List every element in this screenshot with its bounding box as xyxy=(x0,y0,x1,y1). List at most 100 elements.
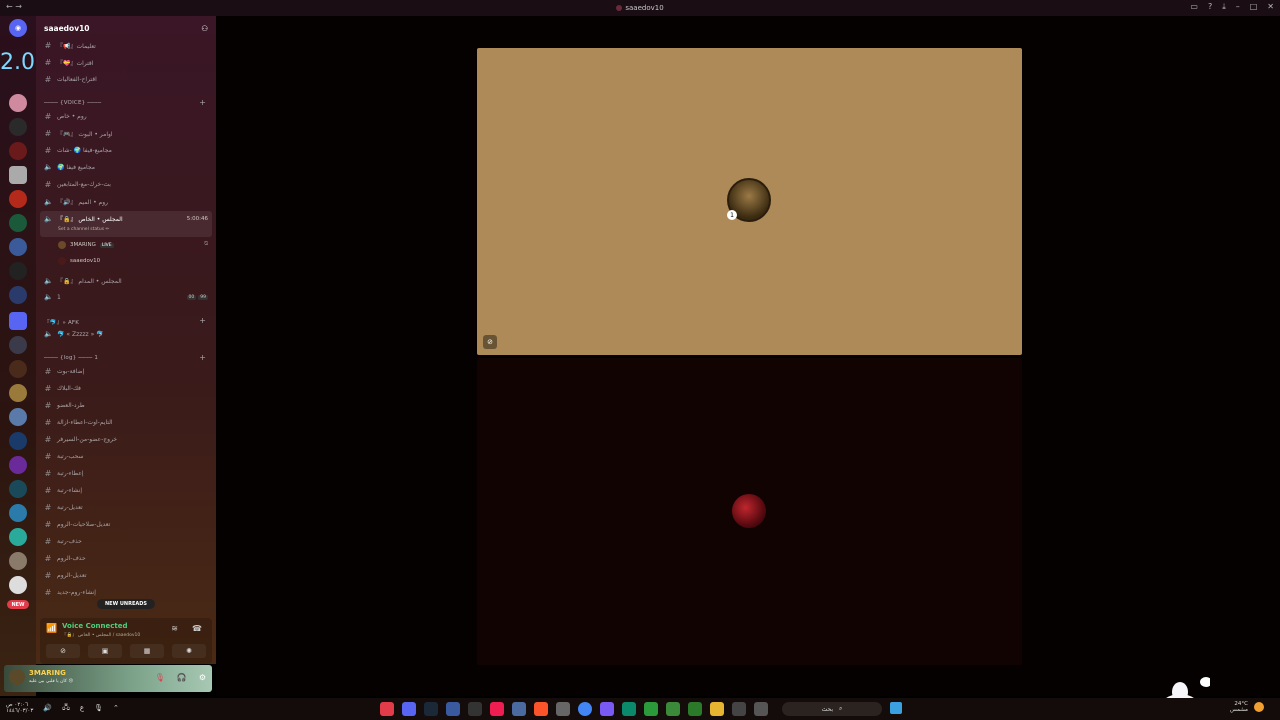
server-icon[interactable] xyxy=(9,408,27,426)
channel-item[interactable]: # إضافة-بوت xyxy=(44,367,85,376)
app-icon[interactable] xyxy=(688,702,702,716)
app-icon[interactable] xyxy=(380,702,394,716)
inbox-icon[interactable]: ▭ xyxy=(1190,2,1198,12)
app-icon[interactable] xyxy=(512,702,526,716)
app-icon[interactable] xyxy=(622,702,636,716)
voice-channel-item[interactable]: 🔈 🐬 « Zzzzz » 🐬 xyxy=(44,330,104,338)
new-unreads-button[interactable]: NEW UNREADS xyxy=(97,599,155,609)
server-icon[interactable] xyxy=(9,384,27,402)
server-icon[interactable] xyxy=(9,166,27,184)
folder-icon[interactable] xyxy=(9,312,27,330)
channel-item[interactable]: # سحب-رتبة xyxy=(44,452,84,461)
discord-app-icon[interactable] xyxy=(402,702,416,716)
server-icon[interactable] xyxy=(9,190,27,208)
screen-share-icon[interactable]: ▣ xyxy=(88,644,122,658)
network-icon[interactable]: 🖧 xyxy=(62,703,70,714)
download-icon[interactable]: ⤓ xyxy=(1222,2,1226,12)
app-icon[interactable] xyxy=(732,702,746,716)
avatar[interactable] xyxy=(9,669,25,685)
voice-channel-item[interactable]: 🔈 🌍 مجاميع فيفا xyxy=(44,163,95,171)
channel-item[interactable]: # إعطاء-رتبة xyxy=(44,469,84,478)
server-icon[interactable] xyxy=(9,214,27,232)
add-channel-icon[interactable]: + xyxy=(199,316,206,325)
server-header[interactable]: saaedov10 ⚇ xyxy=(36,16,216,40)
weather-widget[interactable]: 24°C مشمس xyxy=(1230,701,1248,713)
channel-item[interactable]: # التايم-اوت-اعطاء-ازالة xyxy=(44,418,113,427)
server-icon[interactable] xyxy=(9,456,27,474)
chrome-app-icon[interactable] xyxy=(578,702,592,716)
noise-suppression-icon[interactable]: ≋ xyxy=(171,624,178,633)
add-channel-icon[interactable]: + xyxy=(199,353,206,362)
server-icon[interactable] xyxy=(9,480,27,498)
steam-app-icon[interactable] xyxy=(424,702,438,716)
channel-item[interactable]: # طرد-العضو xyxy=(44,401,85,410)
vscode-app-icon[interactable] xyxy=(446,702,460,716)
discord-home-icon[interactable]: ◉ xyxy=(9,19,27,37)
back-icon[interactable]: ← → xyxy=(6,2,22,11)
channel-item[interactable]: # حذف-الروم xyxy=(44,554,86,563)
app-icon[interactable] xyxy=(600,702,614,716)
file-explorer-icon[interactable] xyxy=(710,702,724,716)
server-icon[interactable] xyxy=(9,118,27,136)
channel-item[interactable]: # تعديل-رتبة xyxy=(44,503,83,512)
server-icon[interactable] xyxy=(9,360,27,378)
chevron-up-icon[interactable]: ⌃ xyxy=(113,704,119,712)
add-friend-icon[interactable]: ⚇ xyxy=(201,24,208,33)
help-icon[interactable]: ? xyxy=(1208,2,1212,12)
server-icon[interactable] xyxy=(9,528,27,546)
voice-channel-item[interactable]: 🔈 1 xyxy=(44,293,61,301)
voice-status[interactable]: Voice Connected xyxy=(62,622,128,630)
disconnect-icon[interactable]: ☎ xyxy=(192,624,202,633)
app-icon[interactable] xyxy=(754,702,768,716)
language-indicator[interactable]: ع xyxy=(80,704,84,712)
volume-icon[interactable]: 🔊 xyxy=(43,704,52,712)
channel-item[interactable]: # 『🎮』 اوامر • البوت xyxy=(44,129,113,138)
channel-item[interactable]: # حذف-رتبة xyxy=(44,537,82,546)
close-icon[interactable]: ✕ xyxy=(1267,2,1274,12)
channel-item[interactable]: # تعديل-صلاحيات-الروم xyxy=(44,520,111,529)
mic-icon[interactable]: 🎙 xyxy=(94,704,103,712)
channel-item[interactable]: # روم • خاص xyxy=(44,112,87,121)
brave-app-icon[interactable] xyxy=(534,702,548,716)
voice-member[interactable]: saaedov10 xyxy=(58,257,100,265)
participant-tile[interactable] xyxy=(477,358,1022,665)
category-header[interactable]: ──── {log} ──── 1 xyxy=(44,355,98,361)
category-header[interactable]: 『🐬』» AFK xyxy=(44,318,79,326)
channel-item[interactable]: # 『📢』تعليمات xyxy=(44,41,96,50)
app-icon[interactable] xyxy=(666,702,680,716)
channel-item[interactable]: # إنشاء-روم-جديد xyxy=(44,588,96,597)
username[interactable]: 3MARING xyxy=(29,669,66,677)
server-icon[interactable] xyxy=(9,504,27,522)
channel-item[interactable]: # تعديل-الروم xyxy=(44,571,87,580)
terminal-app-icon[interactable] xyxy=(468,702,482,716)
activities-icon[interactable]: ▦ xyxy=(130,644,164,658)
participant-tile[interactable]: 1 ⊘ xyxy=(477,48,1022,355)
server-icon[interactable] xyxy=(9,238,27,256)
tiktok-app-icon[interactable] xyxy=(490,702,504,716)
voice-channel-item[interactable]: 🔈 『🔒』 المجلس • المدام xyxy=(44,276,122,286)
voice-member[interactable]: 3MARING LIVE xyxy=(58,241,114,249)
server-icon[interactable] xyxy=(9,286,27,304)
voice-channel-item[interactable]: 🔈 『🔒』 المجلس • الخاص xyxy=(44,214,123,224)
server-icon[interactable] xyxy=(9,142,27,160)
channel-status[interactable]: Set a channel status ✏ xyxy=(58,227,109,232)
server-icon[interactable] xyxy=(9,552,27,570)
mute-icon[interactable]: 🎙 xyxy=(155,673,165,682)
channel-item[interactable]: # بث-خرك-مع-المتابعين xyxy=(44,180,111,189)
server-icon[interactable] xyxy=(9,94,27,112)
soundboard-icon[interactable]: ✺ xyxy=(172,644,206,658)
server-icon[interactable] xyxy=(9,432,27,450)
search-box[interactable]: بحث ⌕ xyxy=(782,702,882,716)
channel-item[interactable]: # خروج-عضو-من-السيرفر xyxy=(44,435,117,444)
xbox-app-icon[interactable] xyxy=(644,702,658,716)
server-icon[interactable] xyxy=(9,262,27,280)
signal-icon[interactable]: 📶 xyxy=(46,624,57,634)
minimize-icon[interactable]: – xyxy=(1236,2,1240,12)
server-icon[interactable] xyxy=(9,576,27,594)
clock[interactable]: ٠٢:٠٦ ص ١٤٤٦/٠٣/٠٣ xyxy=(6,702,33,714)
maximize-icon[interactable]: □ xyxy=(1250,2,1258,12)
channel-item[interactable]: # مجاميع-فيفا 🌍 -شات xyxy=(44,146,112,155)
channel-item[interactable]: # 『💝』اقترات xyxy=(44,58,94,67)
server-icon[interactable] xyxy=(9,336,27,354)
camera-off-icon[interactable]: ⊘ xyxy=(46,644,80,658)
